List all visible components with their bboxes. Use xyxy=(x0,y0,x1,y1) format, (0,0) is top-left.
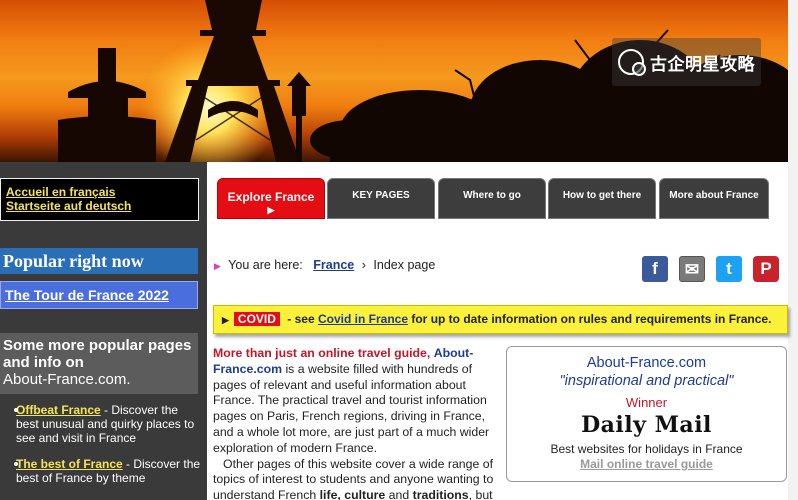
traditions-text: traditions xyxy=(412,488,469,500)
twitter-icon[interactable]: t xyxy=(716,256,742,282)
award-description: Best websites for holidays in France xyxy=(550,442,743,456)
more-pages-site: About-France.com. xyxy=(3,371,131,388)
german-home-link[interactable]: Startseite auf deutsch xyxy=(6,199,198,213)
covid-notice: ▶ COVID - see Covid in France for up to d… xyxy=(213,305,788,334)
tab-label: Explore France xyxy=(227,190,315,204)
more-pages-heading: Some more popular pages and info on Abou… xyxy=(0,333,198,394)
covid-in-france-link[interactable]: Covid in France xyxy=(318,312,408,326)
life-culture-text: life, culture xyxy=(319,488,386,500)
pinterest-icon[interactable]: P xyxy=(753,256,779,282)
list-item: The best of France - Discover the best o… xyxy=(14,457,202,485)
bullet-icon xyxy=(14,462,18,466)
tab-label: Where to go xyxy=(463,190,521,201)
intro-paragraph-2: Other pages of this website cover a wide… xyxy=(213,457,496,500)
covid-pre-text: - see xyxy=(287,312,315,326)
tab-how-to-get-there[interactable]: How to get there xyxy=(548,178,656,219)
covid-badge: COVID xyxy=(233,312,280,326)
list-item: Offbeat France - Discover the best unusu… xyxy=(14,403,202,445)
intro-end: , but xyxy=(468,488,493,500)
hero-banner: 古企明星攻略 xyxy=(0,0,798,162)
popular-pages-list: Offbeat France - Discover the best unusu… xyxy=(14,403,202,497)
sidebar: Accueil en français Startseite auf deuts… xyxy=(0,162,207,500)
tab-label: How to get there xyxy=(562,190,642,201)
watermark-badge: 古企明星攻略 xyxy=(612,38,761,86)
breadcrumb-prefix: You are here: xyxy=(228,258,303,272)
more-pages-title: Some more popular pages and info on xyxy=(3,337,192,371)
facebook-icon[interactable]: f xyxy=(642,256,668,282)
and-text: and xyxy=(385,488,413,500)
intro-text: More than just an online travel guide, A… xyxy=(213,346,496,500)
tab-explore-france[interactable]: Explore France ▶ xyxy=(217,178,325,219)
bullet-icon xyxy=(14,408,18,412)
page-right-edge xyxy=(788,0,798,500)
pointer-arrow-icon: ▶ xyxy=(222,315,229,325)
tab-label: KEY PAGES xyxy=(352,190,410,201)
language-box: Accueil en français Startseite auf deuts… xyxy=(0,178,199,221)
breadcrumb-separator: › xyxy=(361,258,366,272)
award-box: About-France.com "inspirational and prac… xyxy=(506,346,787,482)
tab-more-about-france[interactable]: More about France xyxy=(659,178,769,219)
intro-lead: More than just an online travel guide, xyxy=(213,346,431,360)
award-quote: "inspirational and practical" xyxy=(559,373,734,389)
offbeat-france-link[interactable]: Offbeat France xyxy=(16,403,101,417)
french-home-link[interactable]: Accueil en français xyxy=(6,185,198,199)
popular-heading: Popular right now xyxy=(0,248,198,274)
tour-de-france-link[interactable]: The Tour de France 2022 xyxy=(5,287,169,303)
breadcrumb-france-link[interactable]: France xyxy=(313,258,354,272)
play-arrow-icon: ▶ xyxy=(267,205,275,215)
award-winner: Winner xyxy=(625,395,668,410)
breadcrumb-current: Index page xyxy=(373,258,436,272)
email-icon[interactable]: ✉ xyxy=(679,256,705,282)
tab-key-pages[interactable]: KEY PAGES xyxy=(327,178,435,219)
intro-paragraph: More than just an online travel guide, A… xyxy=(213,346,496,457)
tab-label: More about France xyxy=(669,190,759,201)
camera-badge-icon xyxy=(618,49,646,76)
watermark-text: 古企明星攻略 xyxy=(650,54,755,75)
covid-post-text: for up to date information on rules and … xyxy=(411,312,772,326)
popular-link-box: The Tour de France 2022 xyxy=(0,281,198,309)
tab-where-to-go[interactable]: Where to go xyxy=(438,178,546,219)
best-of-france-link[interactable]: The best of France xyxy=(16,457,123,471)
mail-travel-guide-link[interactable]: Mail online travel guide xyxy=(507,457,786,471)
award-site-name: About-France.com xyxy=(586,355,707,371)
breadcrumb-marker-icon: ▶ xyxy=(214,261,221,271)
breadcrumb: ▶ You are here: France › Index page xyxy=(214,258,435,272)
daily-mail-logo: Daily Mail xyxy=(581,412,712,438)
